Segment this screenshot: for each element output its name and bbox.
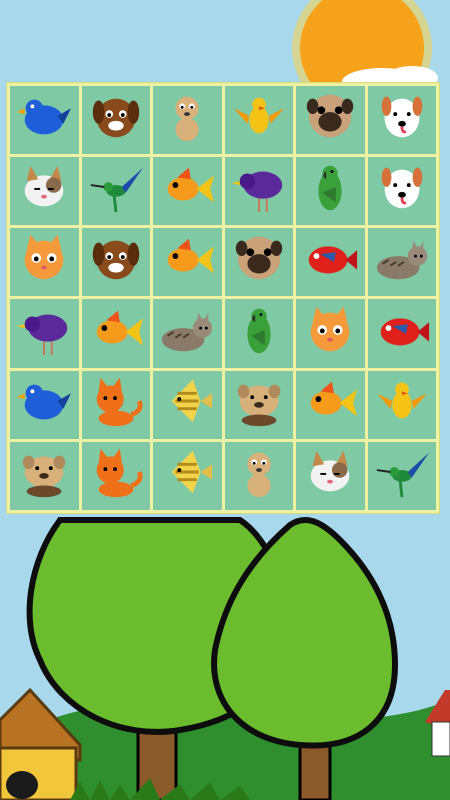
bulldog-icon [230, 372, 288, 438]
green-parrot-icon [301, 158, 359, 224]
board-tile[interactable] [296, 157, 365, 226]
board-tile[interactable] [153, 441, 222, 510]
board-tile[interactable] [153, 157, 222, 226]
board-tile[interactable] [296, 299, 365, 368]
board-tile[interactable] [224, 228, 293, 297]
board-tile[interactable] [296, 228, 365, 297]
board-tile[interactable] [296, 86, 365, 155]
board-tile[interactable] [10, 441, 79, 510]
board-tile[interactable] [367, 370, 436, 439]
purple-bird-icon [15, 301, 73, 367]
board-tile[interactable] [367, 228, 436, 297]
orange-cat-icon [301, 301, 359, 367]
hummingbird-icon [87, 158, 145, 224]
board-tile[interactable] [224, 441, 293, 510]
board-tile[interactable] [153, 228, 222, 297]
board-tile[interactable] [296, 441, 365, 510]
pug-icon [230, 229, 288, 295]
board-tile[interactable] [367, 299, 436, 368]
board-tile[interactable] [81, 441, 150, 510]
orange-kitten-icon [87, 372, 145, 438]
tan-puppy-icon [158, 87, 216, 153]
board-tile[interactable] [10, 370, 79, 439]
orange-cat-icon [15, 229, 73, 295]
board-tile[interactable] [81, 157, 150, 226]
brown-dog-icon [87, 229, 145, 295]
board-tile[interactable] [81, 228, 150, 297]
tabby-cat-icon [158, 301, 216, 367]
yellow-bird-icon [373, 372, 431, 438]
board-tile[interactable] [10, 228, 79, 297]
blue-bird-icon [15, 372, 73, 438]
calico-cat-icon [301, 443, 359, 509]
hummingbird-icon [373, 443, 431, 509]
board-tile[interactable] [224, 86, 293, 155]
goldfish-icon [158, 158, 216, 224]
board-tile[interactable] [224, 370, 293, 439]
tabby-cat-icon [373, 229, 431, 295]
board-tile[interactable] [81, 370, 150, 439]
purple-bird-icon [230, 158, 288, 224]
yellow-bird-icon [230, 87, 288, 153]
brown-dog-icon [87, 87, 145, 153]
board-tile[interactable] [10, 299, 79, 368]
board-tile[interactable] [153, 370, 222, 439]
goldfish-icon [87, 301, 145, 367]
red-fish-icon [301, 229, 359, 295]
board-tile[interactable] [81, 299, 150, 368]
board-tile[interactable] [367, 157, 436, 226]
bulldog-icon [15, 443, 73, 509]
green-parrot-icon [230, 301, 288, 367]
calico-cat-icon [15, 158, 73, 224]
board-tile[interactable] [153, 299, 222, 368]
red-fish-icon [373, 301, 431, 367]
board-tile[interactable] [367, 86, 436, 155]
white-dog-icon [373, 158, 431, 224]
board-tile[interactable] [367, 441, 436, 510]
game-board [6, 82, 440, 514]
pug-icon [301, 87, 359, 153]
board-tile[interactable] [296, 370, 365, 439]
angelfish-icon [158, 443, 216, 509]
board-tile[interactable] [153, 86, 222, 155]
board-tile[interactable] [81, 86, 150, 155]
goldfish-icon [301, 372, 359, 438]
board-tile[interactable] [10, 157, 79, 226]
angelfish-icon [158, 372, 216, 438]
board-tile[interactable] [224, 299, 293, 368]
board-tile[interactable] [10, 86, 79, 155]
goldfish-icon [158, 229, 216, 295]
white-dog-icon [373, 87, 431, 153]
tan-puppy-icon [230, 443, 288, 509]
blue-bird-icon [15, 87, 73, 153]
orange-kitten-icon [87, 443, 145, 509]
board-tile[interactable] [224, 157, 293, 226]
